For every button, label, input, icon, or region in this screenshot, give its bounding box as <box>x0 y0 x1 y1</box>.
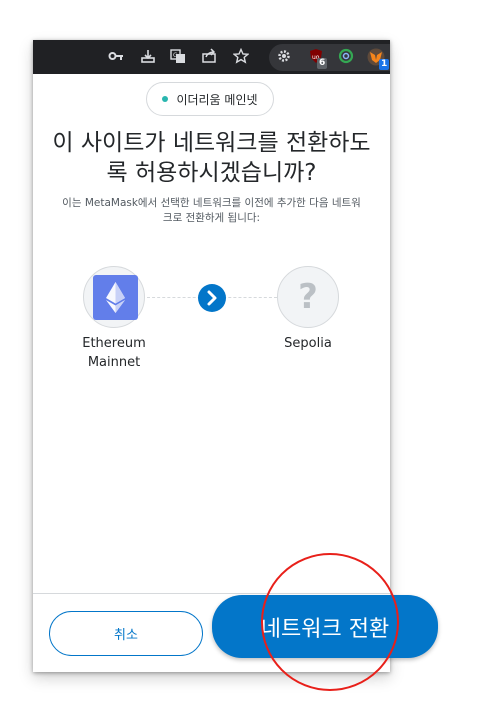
page-title: 이 사이트가 네트워크를 전환하도 록 허용하시겠습니까? <box>33 128 390 188</box>
browser-toolbar: G uo 6 1 <box>33 40 390 74</box>
network-indicator-label: 이더리움 메인넷 <box>176 92 258 107</box>
from-network-name-line2: Mainnet <box>87 355 141 370</box>
to-network-name: Sepolia <box>284 336 332 351</box>
share-icon[interactable] <box>200 48 218 66</box>
svg-text:G: G <box>173 52 178 59</box>
question-icon: ? <box>298 277 318 317</box>
page-title-line2: 록 허용하시겠습니까? <box>106 160 317 186</box>
gear-extension-icon[interactable] <box>275 48 293 66</box>
chevron-right-icon <box>198 284 226 312</box>
from-network-name: Ethereum Mainnet <box>69 334 159 372</box>
ublock-icon[interactable]: uo 6 <box>307 48 328 69</box>
ring-extension-icon[interactable] <box>337 48 355 66</box>
metamask-popup-window: G uo 6 1 이더리움 메인넷 이 사이트가 네트워크를 전환하도 록 허용… <box>33 40 390 672</box>
switch-network-button[interactable]: 네트워크 전환 <box>212 595 438 658</box>
description-line1: 이는 MetaMask에서 선택한 네트워크를 이전에 추가한 다음 네트워 <box>62 197 361 209</box>
cancel-button[interactable]: 취소 <box>49 611 203 656</box>
page-title-line1: 이 사이트가 네트워크를 전환하도 <box>52 130 371 156</box>
ublock-badge: 6 <box>317 58 328 69</box>
footer-divider <box>33 593 390 594</box>
star-icon[interactable] <box>232 47 250 66</box>
ethereum-icon <box>93 275 138 320</box>
to-network-circle: ? <box>277 266 339 328</box>
metamask-badge: 1 <box>379 59 390 70</box>
from-network-circle <box>83 266 145 328</box>
description: 이는 MetaMask에서 선택한 네트워크를 이전에 추가한 다음 네트워 크… <box>33 196 390 226</box>
network-indicator[interactable]: 이더리움 메인넷 <box>146 82 274 116</box>
metamask-fox-icon[interactable]: 1 <box>367 48 390 70</box>
extensions-group: uo 6 1 <box>269 44 390 71</box>
description-line2: 크로 전환하게 됩니다: <box>162 212 261 224</box>
install-icon[interactable] <box>139 48 157 66</box>
from-network-name-line1: Ethereum <box>82 336 146 351</box>
key-icon[interactable] <box>107 48 125 66</box>
translate-icon[interactable]: G <box>169 48 187 66</box>
network-status-dot <box>162 96 169 102</box>
